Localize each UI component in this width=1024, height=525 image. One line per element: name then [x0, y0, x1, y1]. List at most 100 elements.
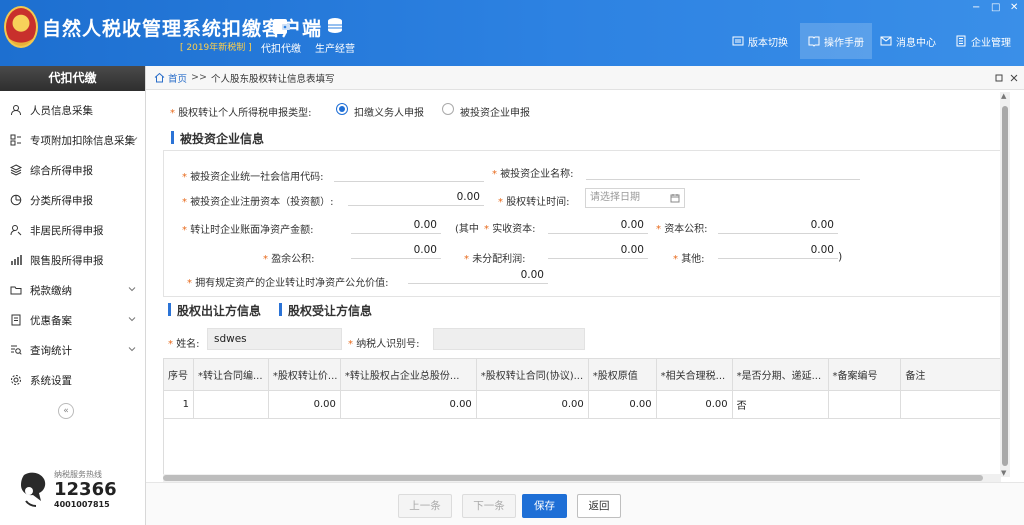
- close-page-icon[interactable]: [1010, 74, 1018, 82]
- app-header: 自然人税收管理系统扣缴客户端 [ 2019年新税制 ] 代扣代缴 生产经营 版本…: [0, 0, 1024, 66]
- app-subtitle: [ 2019年新税制 ]: [180, 43, 252, 53]
- radio-withholding-agent-label[interactable]: 扣缴义务人申报: [354, 104, 424, 119]
- name-input[interactable]: sdwes: [207, 328, 342, 350]
- taxpayer-id-input[interactable]: [433, 328, 585, 350]
- table-cell[interactable]: 0.00: [587, 390, 657, 419]
- tab-transferee[interactable]: 股权受让方信息: [279, 302, 372, 319]
- table-cell[interactable]: 0.00: [339, 390, 477, 419]
- radio-invested-company-label[interactable]: 被投资企业申报: [460, 104, 530, 119]
- sidebar-item-label: 综合所得申报: [30, 164, 93, 177]
- capital-reserve-input[interactable]: 0.00: [718, 216, 838, 234]
- company-name-input[interactable]: [586, 162, 860, 180]
- sidebar-item-settings[interactable]: 系统设置: [0, 365, 145, 395]
- declare-type-label: * 股权转让个人所得税申报类型:: [170, 108, 312, 119]
- registered-capital-input[interactable]: 0.00: [348, 188, 484, 206]
- building-icon: [956, 35, 966, 47]
- sidebar-item-nonresident[interactable]: 非居民所得申报: [0, 215, 145, 245]
- breadcrumb-home-link[interactable]: 首页: [168, 71, 187, 85]
- module-withholding[interactable]: 代扣代缴: [256, 16, 306, 55]
- module-business[interactable]: 生产经营: [310, 16, 360, 55]
- sidebar-item-person-info[interactable]: 人员信息采集: [0, 95, 145, 125]
- mail-icon: [880, 36, 892, 46]
- nav-enterprise[interactable]: 企业管理: [955, 30, 1011, 52]
- query-icon: [11, 345, 22, 355]
- table-header-cell: 序号: [163, 358, 194, 391]
- capital-reserve-label: * 资本公积:: [656, 224, 708, 235]
- table-cell[interactable]: [192, 390, 269, 419]
- sidebar-item-label: 分类所得申报: [30, 194, 93, 207]
- maximize-button[interactable]: □: [991, 2, 1000, 13]
- scrollbar-thumb[interactable]: [1002, 106, 1008, 466]
- surplus-reserve-input[interactable]: 0.00: [351, 241, 441, 259]
- chevron-down-icon: [130, 137, 138, 142]
- sidebar-item-special-deduction[interactable]: 专项附加扣除信息采集: [0, 125, 145, 155]
- table-empty-area: [163, 418, 1001, 478]
- manual-icon: [808, 36, 820, 47]
- table-cell[interactable]: [827, 390, 902, 419]
- chevron-down-icon: [128, 317, 136, 322]
- form-footer: 上一条 下一条 保存 返回: [146, 482, 1024, 525]
- nav-manual[interactable]: 操作手册: [800, 23, 872, 59]
- sidebar-item-comprehensive[interactable]: 综合所得申报: [0, 155, 145, 185]
- home-icon[interactable]: [154, 72, 165, 83]
- restore-page-icon[interactable]: [995, 74, 1003, 82]
- table-cell[interactable]: 0.00: [475, 390, 589, 419]
- module-business-label: 生产经营: [315, 44, 355, 55]
- sidebar-item-label: 优惠备案: [30, 314, 72, 327]
- sidebar-item-label: 专项附加扣除信息采集: [30, 134, 135, 147]
- transfer-time-datepicker[interactable]: 请选择日期: [585, 188, 685, 208]
- table-cell[interactable]: 0.00: [267, 390, 341, 419]
- table-header-cell: *转让股权占企业总股份...: [339, 358, 477, 391]
- nav-message-center[interactable]: 消息中心: [880, 30, 936, 52]
- tab-transferor[interactable]: 股权出让方信息: [168, 302, 261, 319]
- close-paren: ): [838, 250, 843, 263]
- registered-capital-label: * 被投资企业注册资本（投资额）:: [182, 197, 334, 208]
- sidebar-collapse-button[interactable]: «: [58, 403, 74, 419]
- other-input[interactable]: 0.00: [718, 241, 838, 259]
- table-horizontal-scrollbar[interactable]: [163, 474, 1001, 482]
- undistributed-profit-input[interactable]: 0.00: [548, 241, 648, 259]
- table-header-cell: *备案编号: [827, 358, 902, 391]
- paid-capital-input[interactable]: 0.00: [548, 216, 648, 234]
- scrollbar-thumb[interactable]: [163, 475, 983, 481]
- save-button[interactable]: 保存: [522, 494, 567, 518]
- chevron-down-icon: [128, 287, 136, 292]
- table-cell[interactable]: [900, 390, 1001, 419]
- radio-withholding-agent[interactable]: [336, 103, 348, 115]
- transfer-time-placeholder: 请选择日期: [590, 192, 640, 203]
- other-label: * 其他:: [673, 254, 705, 265]
- service-hotline: 纳税服务热线 12366 4001007815: [18, 465, 138, 515]
- sidebar-item-tax-payment[interactable]: 税款缴纳: [0, 275, 145, 305]
- prev-button[interactable]: 上一条: [398, 494, 452, 518]
- table-cell[interactable]: 否: [731, 390, 829, 419]
- sidebar-item-classified[interactable]: 分类所得申报: [0, 185, 145, 215]
- bar-chart-icon: [11, 255, 22, 265]
- table-header-cell: *是否分期、递延...: [731, 358, 829, 391]
- fair-value-input[interactable]: 0.00: [408, 266, 548, 284]
- table-cell[interactable]: 0.00: [655, 390, 733, 419]
- minimize-button[interactable]: −: [972, 2, 980, 13]
- sidebar-item-query[interactable]: 查询统计: [0, 335, 145, 365]
- taxpayer-id-label: * 纳税人识别号:: [348, 339, 420, 350]
- table-row[interactable]: 1 0.00 0.00 0.00 0.00 0.00 否: [163, 390, 1001, 419]
- scroll-down-arrow-icon[interactable]: ▼: [1001, 469, 1006, 477]
- radio-invested-company[interactable]: [442, 103, 454, 115]
- net-assets-label: * 转让时企业账面净资产金额:: [182, 225, 314, 236]
- name-label: * 姓名:: [168, 339, 200, 350]
- sidebar-item-restricted-stock[interactable]: 限售股所得申报: [0, 245, 145, 275]
- company-name-label: * 被投资企业名称:: [492, 169, 574, 180]
- sidebar-header: 代扣代缴: [0, 66, 145, 91]
- net-assets-input[interactable]: 0.00: [351, 216, 441, 234]
- hotline-number-secondary: 4001007815: [54, 500, 110, 509]
- hotline-number: 12366: [54, 479, 117, 500]
- close-button[interactable]: ✕: [1010, 2, 1018, 13]
- credit-code-input[interactable]: [334, 164, 484, 182]
- chevron-down-icon: [128, 347, 136, 352]
- back-button[interactable]: 返回: [577, 494, 621, 518]
- grid-icon: [10, 134, 21, 146]
- scroll-up-arrow-icon[interactable]: ▲: [1001, 92, 1006, 100]
- next-button[interactable]: 下一条: [462, 494, 516, 518]
- sidebar-item-preferential[interactable]: 优惠备案: [0, 305, 145, 335]
- nav-version-switch[interactable]: 版本切换: [732, 30, 788, 52]
- content-vertical-scrollbar[interactable]: ▲ ▼: [1000, 92, 1010, 477]
